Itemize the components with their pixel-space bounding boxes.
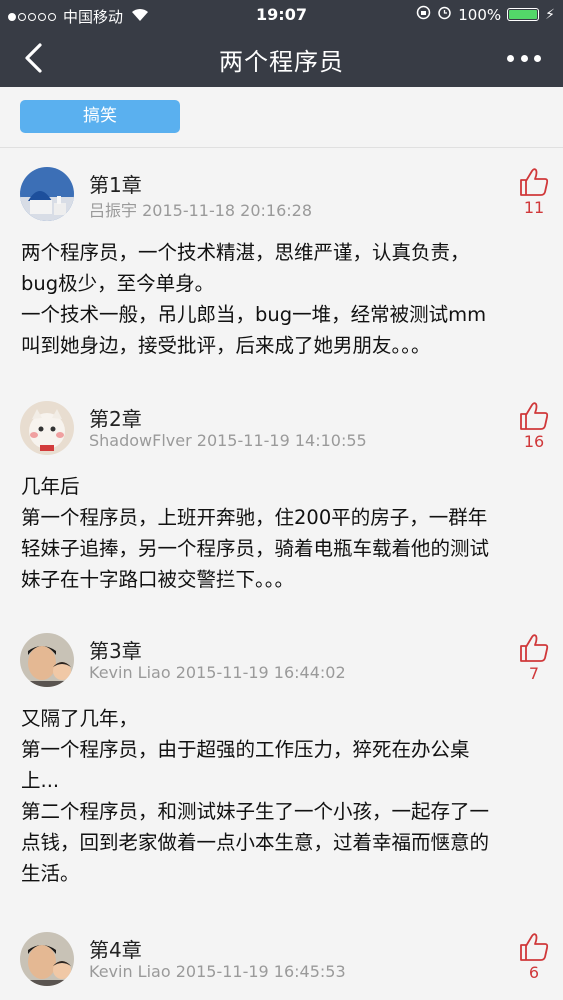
- chapter-title: 第2章: [89, 407, 142, 431]
- comment-text: 几年后 第一个程序员，上班开奔驰，住200平的房子，一群年 轻妹子追捧，另一个程…: [21, 471, 546, 595]
- thumbs-up-icon: [520, 634, 549, 662]
- more-button[interactable]: [507, 48, 541, 68]
- like-button[interactable]: 6: [517, 932, 551, 982]
- timestamp: 2015-11-19 16:45:53: [175, 962, 346, 981]
- thumbs-up-icon: [520, 933, 549, 961]
- chapter-title: 第1章: [89, 173, 142, 197]
- like-button[interactable]: 7: [517, 633, 551, 683]
- like-count: 6: [528, 963, 540, 982]
- author-name: Kevin Liao: [89, 962, 171, 981]
- tag-row: 搞笑: [0, 87, 563, 148]
- comment-line: 上...: [21, 769, 60, 792]
- avatar[interactable]: [20, 401, 74, 455]
- comment-line: 几年后: [21, 475, 80, 498]
- comment-line: 生活。: [21, 862, 80, 885]
- battery-icon: [507, 8, 540, 21]
- comment-line: 轻妹子追捧，另一个程序员，骑着电瓶车载着他的测试: [21, 537, 490, 560]
- comment-meta: Kevin Liao 2015-11-19 16:44:02: [89, 663, 346, 682]
- avatar[interactable]: [20, 633, 74, 687]
- like-button[interactable]: 16: [517, 401, 551, 451]
- timestamp: 2015-11-19 14:10:55: [196, 431, 367, 450]
- like-button[interactable]: 11: [517, 167, 551, 217]
- like-count: 16: [523, 432, 545, 451]
- status-right: 100% ⚡: [416, 5, 555, 24]
- more-dots-icon: [507, 54, 514, 62]
- rotation-lock-icon: [416, 5, 431, 24]
- author-name: ShadowFlver: [89, 431, 192, 450]
- comment-line: 叫到她身边，接受批评，后来成了她男朋友。。。: [21, 334, 431, 357]
- timestamp: 2015-11-18 20:16:28: [142, 201, 313, 220]
- comment-text: 两个程序员，一个技术精湛，思维严谨，认真负责， bug极少，至今单身。 一个技术…: [21, 237, 546, 361]
- comment-line: 又隔了几年，: [21, 707, 139, 730]
- charging-icon: ⚡: [545, 6, 555, 23]
- alarm-icon: [437, 5, 452, 24]
- author-name: 吕振宇: [89, 201, 138, 220]
- comment-line: 点钱，回到老家做着一点小本生意，过着幸福而惬意的: [21, 831, 490, 854]
- author-name: Kevin Liao: [89, 663, 171, 682]
- status-bar: 中国移动 19:07 100% ⚡: [0, 0, 563, 30]
- thumbs-up-icon: [520, 402, 549, 430]
- like-count: 7: [528, 664, 540, 683]
- battery-percent: 100%: [458, 5, 502, 24]
- chapter-title: 第4章: [89, 938, 142, 962]
- comment-line: 第一个程序员，由于超强的工作压力，猝死在办公桌: [21, 738, 470, 761]
- nav-bar: 两个程序员: [0, 30, 563, 87]
- avatar[interactable]: [20, 167, 74, 221]
- thumbs-up-icon: [520, 168, 549, 196]
- category-tag[interactable]: 搞笑: [20, 100, 180, 133]
- like-count: 11: [523, 198, 545, 217]
- chapter-title: 第3章: [89, 639, 142, 663]
- comment-text: 又隔了几年， 第一个程序员，由于超强的工作压力，猝死在办公桌 上... 第二个程…: [21, 703, 546, 889]
- comment-line: 妹子在十字路口被交警拦下。。。: [21, 568, 295, 591]
- comment-line: 第一个程序员，上班开奔驰，住200平的房子，一群年: [21, 506, 488, 529]
- comment-line: 第二个程序员，和测试妹子生了一个小孩，一起存了一: [21, 800, 490, 823]
- comment-meta: Kevin Liao 2015-11-19 16:45:53: [89, 962, 346, 981]
- comment-line: 两个程序员，一个技术精湛，思维严谨，认真负责，: [21, 241, 470, 264]
- comment-meta: ShadowFlver 2015-11-19 14:10:55: [89, 431, 367, 450]
- comment-line: bug极少，至今单身。: [21, 272, 215, 295]
- avatar[interactable]: [20, 932, 74, 986]
- page-title: 两个程序员: [219, 48, 344, 76]
- comment-meta: 吕振宇 2015-11-18 20:16:28: [89, 197, 312, 221]
- timestamp: 2015-11-19 16:44:02: [175, 663, 346, 682]
- comment-line: 一个技术一般，吊儿郎当，bug一堆，经常被测试mm: [21, 303, 487, 326]
